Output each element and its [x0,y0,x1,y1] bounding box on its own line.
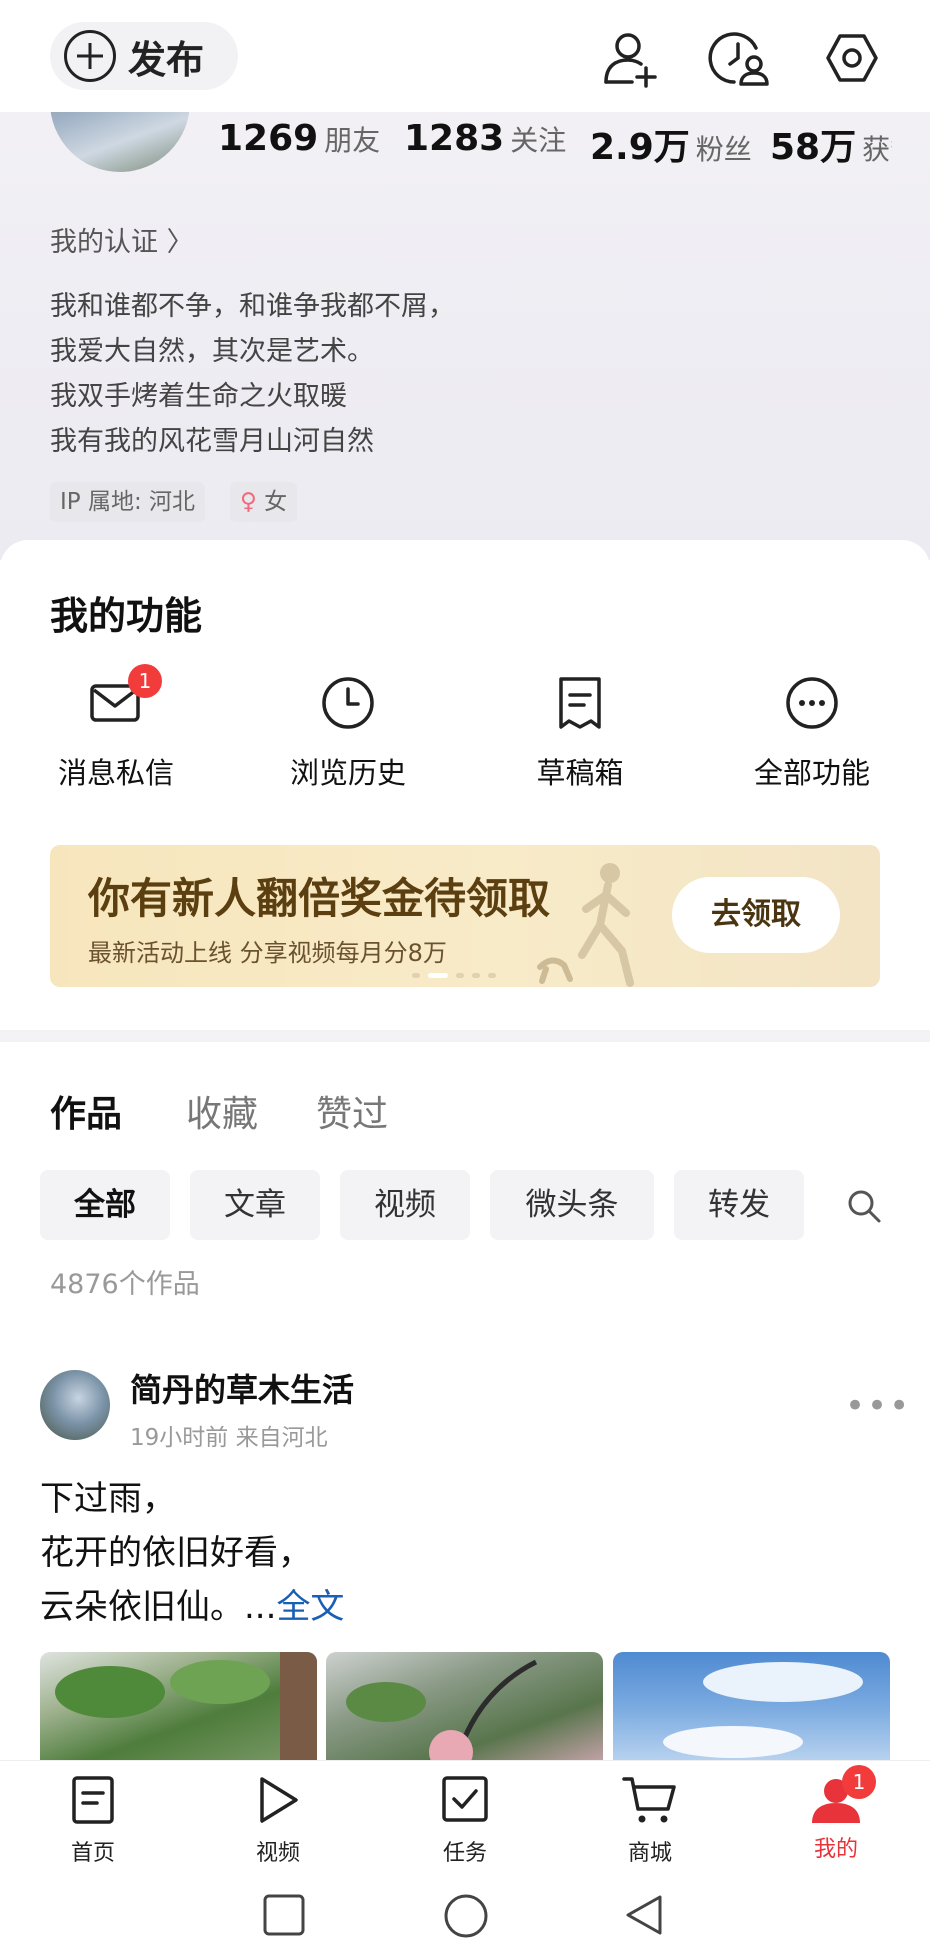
nav-tasks[interactable]: 任务 [405,1775,525,1867]
more-options-icon[interactable]: ••• [845,1386,911,1426]
clock-icon [322,677,374,729]
nav-label: 视频 [255,1841,300,1866]
search-icon[interactable] [846,1188,882,1224]
nav-profile[interactable]: 1 我的 [776,1765,896,1863]
feature-label: 草稿箱 [536,756,624,790]
read-full-link[interactable]: 全文 [276,1587,344,1627]
video-icon [260,1777,298,1823]
publish-label: 发布 [128,37,205,82]
home-circle-icon[interactable] [443,1893,489,1939]
feature-label: 消息私信 [57,756,174,790]
section-divider [0,1030,930,1042]
more-icon [786,677,838,729]
post-line: 花开的依旧好看， [40,1533,312,1573]
feature-label: 浏览历史 [289,756,406,790]
runner-illustration [537,863,634,987]
features-title: 我的功能 [50,594,203,638]
gender-tag: ♀ 女 [230,482,298,522]
tab-favorites[interactable]: 收藏 [186,1085,258,1137]
tab-liked[interactable]: 赞过 [316,1085,388,1137]
carousel-indicator [412,973,496,978]
bio: 我和谁都不争，和谁争我都不屑， 我爱大自然，其次是艺术。 我双手烤着生命之火取暖… [50,284,455,464]
publish-button[interactable]: 发布 [50,22,238,90]
bio-line: 我有我的风花雪月山河自然 [50,426,374,457]
cart-icon [622,1777,676,1823]
nav-video[interactable]: 视频 [218,1775,338,1867]
filter-microposts[interactable]: 微头条 [490,1170,654,1240]
nav-label: 我的 [813,1837,858,1862]
post-image[interactable] [326,1652,603,1762]
leaf-illustration [55,1652,317,1762]
settings-icon[interactable] [820,26,884,90]
home-icon [72,1776,114,1824]
nav-home[interactable]: 首页 [33,1775,153,1867]
banner-subtitle: 最新活动上线 分享视频每月分8万 [88,939,447,967]
claim-button[interactable]: 去领取 [672,877,840,953]
works-count: 4876个作品 [50,1269,200,1300]
filter-articles[interactable]: 文章 [190,1170,320,1240]
post-author-name[interactable]: 简丹的草木生活 [130,1365,354,1411]
draft-icon [559,677,601,729]
plus-icon [64,30,116,82]
recent-apps-icon[interactable] [262,1893,306,1937]
feature-history[interactable]: 浏览历史 [268,672,428,792]
stat-fans[interactable]: 2.9万 粉丝 [590,118,752,170]
female-icon: ♀ [240,489,257,515]
profile-badge: 1 [842,1765,876,1799]
filter-all[interactable]: 全部 [40,1170,170,1240]
filter-reposts[interactable]: 转发 [674,1170,804,1240]
nav-mall[interactable]: 商城 [590,1775,710,1867]
bio-line: 我双手烤着生命之火取暖 [50,381,347,412]
feature-all[interactable]: 全部功能 [732,672,892,792]
certification-link[interactable]: 我的认证 〉 [50,220,194,259]
tab-works[interactable]: 作品 [50,1085,122,1137]
feature-drafts[interactable]: 草稿箱 [500,672,660,792]
nav-label: 商城 [627,1841,672,1866]
flower-illustration [346,1659,538,1762]
stat-friends[interactable]: 1269 朋友 [218,118,380,159]
post-image[interactable] [40,1652,317,1762]
banner-title: 你有新人翻倍奖金待领取 [88,874,551,923]
message-badge: 1 [128,664,162,698]
post-text[interactable]: 下过雨， 花开的依旧好看， 云朵依旧仙。...全文 [40,1472,344,1634]
bio-line: 我爱大自然，其次是艺术。 [50,336,374,367]
post-line: 下过雨， [40,1479,176,1519]
post-line: 云朵依旧仙。... [40,1587,277,1627]
filter-videos[interactable]: 视频 [340,1170,470,1240]
feature-label: 全部功能 [753,756,870,790]
promo-banner[interactable]: 你有新人翻倍奖金待领取 最新活动上线 分享视频每月分8万 去领取 [50,845,880,987]
ip-location-tag: IP 属地: 河北 [50,482,206,522]
feature-messages[interactable]: 1 消息私信 [36,664,196,792]
visitor-history-icon[interactable] [708,26,772,90]
nav-label: 任务 [442,1841,487,1866]
post-author-avatar[interactable] [40,1370,110,1440]
task-icon [442,1776,488,1822]
bio-line: 我和谁都不争，和谁争我都不屑， [50,291,455,322]
stat-following[interactable]: 1283 关注 [404,118,566,159]
cloud-illustration [663,1662,863,1758]
back-icon[interactable] [622,1893,666,1937]
post-image[interactable] [613,1652,890,1762]
nav-label: 首页 [70,1841,115,1866]
stat-likes[interactable]: 58万获赞 [770,118,892,170]
add-user-icon[interactable] [598,26,662,90]
post-meta: 19小时前 来自河北 [130,1425,328,1451]
